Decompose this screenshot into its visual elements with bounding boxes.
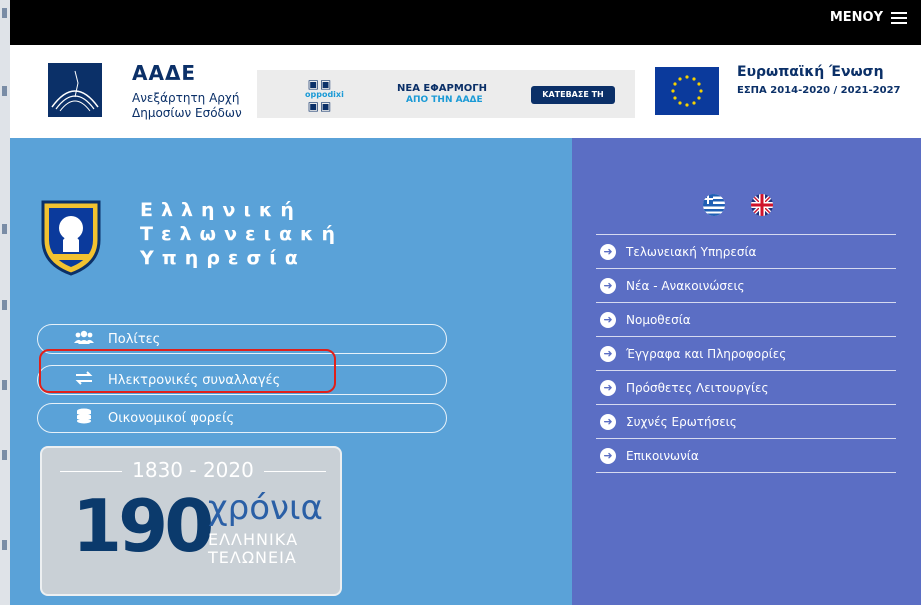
menu-label: ΜΕΝΟΥ bbox=[829, 10, 883, 25]
eu-flag-icon bbox=[655, 67, 719, 115]
divider bbox=[264, 471, 326, 472]
arrow-right-icon: ➜ bbox=[600, 379, 616, 396]
anniversary-sub-2: ΤΕΛΩΝΕΙΑ bbox=[208, 548, 297, 567]
page: ΜΕΝΟΥ ΑΑΔΕ Ανεξάρτητη Αρχή Δημοσίων Εσόδ… bbox=[0, 0, 921, 605]
main-nav: ➜ Τελωνειακή Υπηρεσία ➜ Νέα - Ανακοινώσε… bbox=[596, 234, 896, 473]
anniversary-number: 190 bbox=[72, 484, 214, 568]
nav-item-documents[interactable]: ➜ Έγγραφα και Πληροφορίες bbox=[596, 337, 896, 371]
nav-label: Έγγραφα και Πληροφορίες bbox=[626, 346, 787, 361]
citizens-label: Πολίτες bbox=[108, 331, 161, 347]
app-promo-line-2: ΑΠΟ ΤΗΝ ΑΑΔΕ bbox=[406, 95, 483, 105]
download-app-button[interactable]: ΚΑΤΕΒΑΣΕ ΤΗ bbox=[531, 86, 615, 104]
arrow-right-icon: ➜ bbox=[600, 311, 616, 328]
title-line-3: Υπηρεσία bbox=[140, 247, 306, 269]
nav-label: Νέα - Ανακοινώσεις bbox=[626, 278, 745, 293]
espa-subtitle: ΕΣΠΑ 2014-2020 / 2021-2027 bbox=[737, 85, 901, 96]
users-icon bbox=[74, 330, 94, 348]
anniversary-sub-1: ΕΛΛΗΝΙΚΑ bbox=[208, 530, 299, 549]
greek-flag-icon[interactable] bbox=[703, 194, 725, 216]
aade-logo-icon[interactable] bbox=[48, 63, 102, 117]
menu-button[interactable]: ΜΕΝΟΥ bbox=[830, 10, 907, 25]
title-line-1: Ελληνική bbox=[140, 199, 302, 221]
anniversary-years: 1830 - 2020 bbox=[132, 458, 254, 482]
nav-label: Πρόσθετες Λειτουργίες bbox=[626, 380, 769, 395]
nav-label: Επικοινωνία bbox=[626, 448, 699, 463]
anniversary-banner[interactable]: 1830 - 2020 190 χρόνια ΕΛΛΗΝΙΚΑ ΤΕΛΩΝΕΙΑ bbox=[40, 446, 342, 596]
title-line-2: Τελωνειακή bbox=[140, 223, 344, 245]
left-panel: Ελληνική Τελωνειακή Υπηρεσία Πολίτες Ηλε… bbox=[10, 138, 572, 605]
customs-service-title: Ελληνική Τελωνειακή Υπηρεσία bbox=[140, 198, 343, 270]
businesses-button[interactable]: Οικονομικοί φορείς bbox=[37, 403, 447, 433]
nav-item-faq[interactable]: ➜ Συχνές Ερωτήσεις bbox=[596, 405, 896, 439]
uk-flag-icon[interactable] bbox=[751, 194, 773, 216]
nav-label: Νομοθεσία bbox=[626, 312, 691, 327]
nav-item-customs-service[interactable]: ➜ Τελωνειακή Υπηρεσία bbox=[596, 235, 896, 269]
anniversary-word: χρόνια bbox=[208, 488, 323, 528]
nav-label: Συχνές Ερωτήσεις bbox=[626, 414, 737, 429]
nav-item-additional-functions[interactable]: ➜ Πρόσθετες Λειτουργίες bbox=[596, 371, 896, 405]
aade-title: ΑΑΔΕ bbox=[132, 61, 197, 85]
qr-icon: ▣▣ bbox=[307, 77, 333, 91]
top-bar: ΜΕΝΟΥ bbox=[10, 0, 921, 45]
app-promo-banner[interactable]: ▣▣ oppodixi ▣▣ ΝΕΑ ΕΦΑΡΜΟΓΗ ΑΠΟ ΤΗΝ ΑΑΔΕ… bbox=[257, 70, 635, 118]
businesses-label: Οικονομικοί φορείς bbox=[108, 410, 235, 426]
coins-icon bbox=[74, 408, 94, 428]
nav-label: Τελωνειακή Υπηρεσία bbox=[626, 244, 757, 259]
nav-item-news[interactable]: ➜ Νέα - Ανακοινώσεις bbox=[596, 269, 896, 303]
highlight-annotation bbox=[39, 349, 336, 393]
aade-subtitle-1: Ανεξάρτητη Αρχή bbox=[132, 91, 240, 105]
qr-logo: ▣▣ oppodixi ▣▣ bbox=[305, 77, 344, 113]
qr-icon: ▣▣ bbox=[307, 99, 333, 113]
arrow-right-icon: ➜ bbox=[600, 447, 616, 464]
aade-subtitle-2: Δημοσίων Εσόδων bbox=[132, 106, 242, 120]
window-edge-strip bbox=[0, 0, 10, 605]
hamburger-icon bbox=[891, 11, 907, 24]
site-header: ΑΑΔΕ Ανεξάρτητη Αρχή Δημοσίων Εσόδων ▣▣ … bbox=[10, 45, 921, 138]
app-promo-line-1: ΝΕΑ ΕΦΑΡΜΟΓΗ bbox=[397, 83, 488, 94]
arrow-right-icon: ➜ bbox=[600, 243, 616, 260]
nav-item-contact[interactable]: ➜ Επικοινωνία bbox=[596, 439, 896, 473]
arrow-right-icon: ➜ bbox=[600, 413, 616, 430]
arrow-right-icon: ➜ bbox=[600, 277, 616, 294]
arrow-right-icon: ➜ bbox=[600, 345, 616, 362]
eu-title: Ευρωπαϊκή Ένωση bbox=[737, 64, 884, 80]
nav-item-legislation[interactable]: ➜ Νομοθεσία bbox=[596, 303, 896, 337]
right-panel: ➜ Τελωνειακή Υπηρεσία ➜ Νέα - Ανακοινώσε… bbox=[572, 138, 921, 605]
customs-seal-icon[interactable] bbox=[37, 194, 105, 276]
